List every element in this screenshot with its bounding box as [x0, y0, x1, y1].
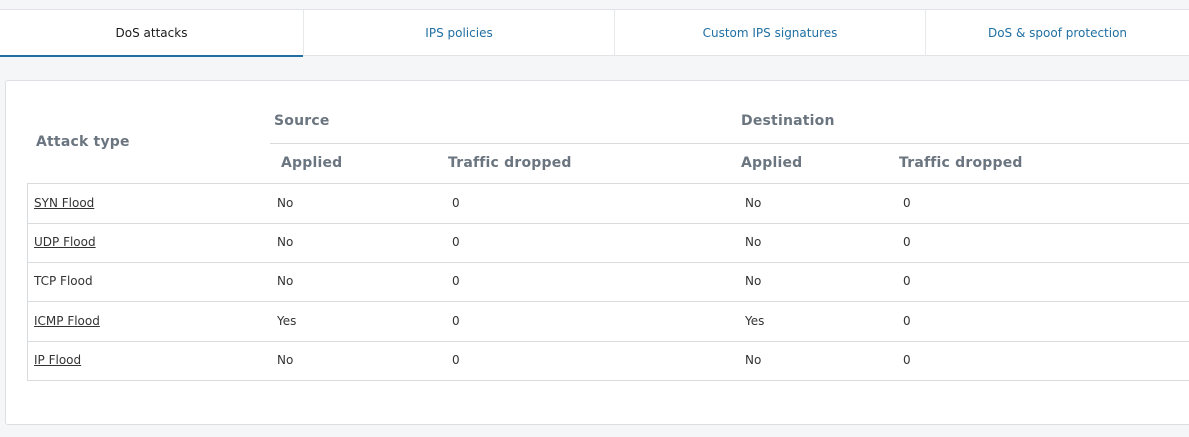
- table-left-border: [27, 183, 28, 381]
- top-strip: [0, 0, 1189, 10]
- source-applied-value: No: [277, 196, 294, 210]
- source-dropped-value: 0: [452, 235, 460, 249]
- header-destination: Destination: [741, 113, 835, 129]
- header-source-applied: Applied: [281, 155, 343, 171]
- destination-applied-value: No: [745, 196, 762, 210]
- source-dropped-value: 0: [452, 274, 460, 288]
- row-divider: [27, 262, 1189, 263]
- header-source: Source: [274, 113, 330, 129]
- header-bottom-line: [27, 183, 1189, 184]
- table-bottom-line: [27, 380, 1189, 381]
- source-dropped-value: 0: [452, 353, 460, 367]
- tab-dos-spoof-protection[interactable]: DoS & spoof protection: [926, 10, 1189, 56]
- dos-attacks-panel: Attack type Source Destination Applied T…: [5, 80, 1189, 425]
- header-divider: [270, 143, 1189, 144]
- attack-link-syn-flood[interactable]: SYN Flood: [34, 184, 94, 223]
- header-attack-type: Attack type: [36, 134, 130, 150]
- destination-dropped-value: 0: [903, 274, 911, 288]
- destination-applied-value: Yes: [745, 314, 765, 328]
- source-dropped-value: 0: [452, 314, 460, 328]
- source-applied-value: Yes: [277, 314, 297, 328]
- row-divider: [27, 341, 1189, 342]
- header-destination-traffic-dropped: Traffic dropped: [899, 155, 1023, 171]
- header-destination-applied: Applied: [741, 155, 803, 171]
- destination-dropped-value: 0: [903, 314, 911, 328]
- row-divider: [27, 301, 1189, 302]
- tab-label: Custom IPS signatures: [702, 26, 838, 40]
- destination-applied-value: No: [745, 274, 762, 288]
- attack-link-ip-flood[interactable]: IP Flood: [34, 341, 81, 380]
- tab-dos-attacks[interactable]: DoS attacks: [0, 10, 304, 57]
- tab-label: DoS & spoof protection: [987, 26, 1128, 40]
- attack-label-tcp-flood: TCP Flood: [34, 274, 93, 288]
- tab-bar: DoS attacks IPS policies Custom IPS sign…: [0, 10, 1189, 57]
- destination-dropped-value: 0: [903, 235, 911, 249]
- row-divider: [27, 223, 1189, 224]
- source-applied-value: No: [277, 235, 294, 249]
- tab-custom-ips-signatures[interactable]: Custom IPS signatures: [615, 10, 926, 56]
- source-dropped-value: 0: [452, 196, 460, 210]
- attack-link-icmp-flood[interactable]: ICMP Flood: [34, 302, 100, 341]
- destination-dropped-value: 0: [903, 196, 911, 210]
- source-applied-value: No: [277, 353, 294, 367]
- destination-applied-value: No: [745, 353, 762, 367]
- tab-label: DoS attacks: [115, 26, 188, 40]
- destination-dropped-value: 0: [903, 353, 911, 367]
- tab-label: IPS policies: [425, 26, 493, 40]
- tab-ips-policies[interactable]: IPS policies: [304, 10, 615, 56]
- source-applied-value: No: [277, 274, 294, 288]
- attack-link-udp-flood[interactable]: UDP Flood: [34, 223, 96, 262]
- header-source-traffic-dropped: Traffic dropped: [448, 155, 572, 171]
- destination-applied-value: No: [745, 235, 762, 249]
